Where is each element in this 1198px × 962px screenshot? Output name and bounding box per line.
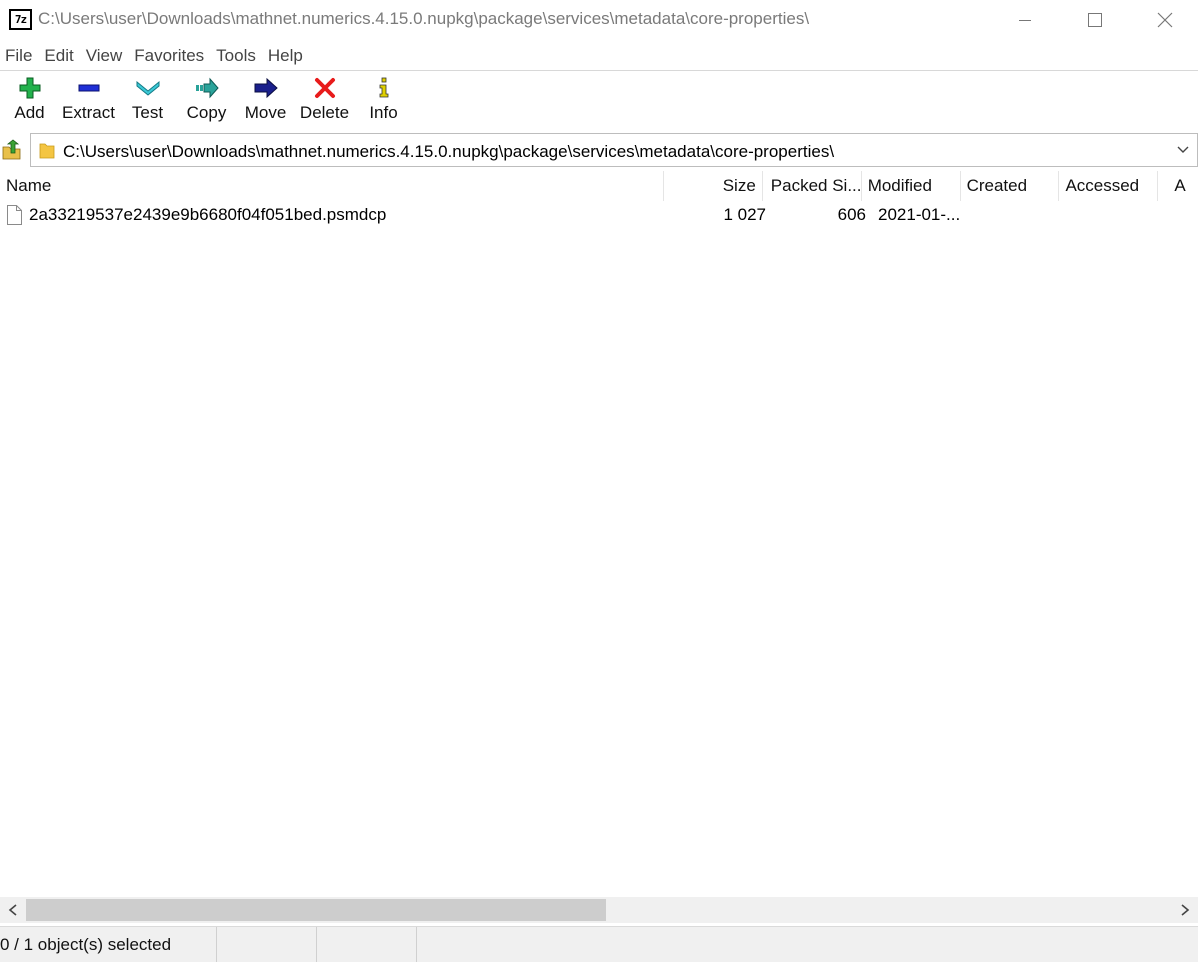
status-selection: 0 / 1 object(s) selected xyxy=(0,927,217,962)
app-icon-text: 7z xyxy=(14,13,27,26)
close-button[interactable] xyxy=(1130,0,1198,40)
file-name-cell: 2a33219537e2439e9b6680f04f051bed.psmdcp xyxy=(0,201,672,229)
menu-file[interactable]: File xyxy=(0,44,38,70)
address-path: C:\Users\user\Downloads\mathnet.numerics… xyxy=(63,142,835,161)
close-icon xyxy=(1157,12,1173,28)
file-icon xyxy=(7,205,22,225)
table-row[interactable]: 2a33219537e2439e9b6680f04f051bed.psmdcp … xyxy=(0,201,1198,229)
menu-favorites[interactable]: Favorites xyxy=(128,44,210,70)
test-label: Test xyxy=(131,103,164,122)
list-header: Name Size Packed Si... Modified Created … xyxy=(0,171,1198,201)
move-label: Move xyxy=(244,103,287,122)
test-icon xyxy=(136,77,160,99)
scroll-left-button[interactable] xyxy=(0,897,26,923)
move-button[interactable]: Move xyxy=(236,72,295,130)
extract-button[interactable]: Extract xyxy=(59,72,118,130)
file-modified: 2021-01-... xyxy=(878,205,961,224)
title-bar: 7z C:\Users\user\Downloads\mathnet.numer… xyxy=(0,0,1198,40)
column-created[interactable]: Created xyxy=(961,171,1060,201)
folder-icon xyxy=(39,141,55,159)
delete-label: Delete xyxy=(299,103,350,122)
extract-label: Extract xyxy=(62,103,115,122)
menu-view[interactable]: View xyxy=(80,44,129,70)
address-dropdown-button[interactable] xyxy=(1175,142,1191,158)
up-folder-button[interactable] xyxy=(2,139,22,161)
column-accessed[interactable]: Accessed xyxy=(1059,171,1159,201)
column-name[interactable]: Name xyxy=(0,171,664,201)
file-packed-size: 606 xyxy=(837,205,866,224)
move-icon xyxy=(254,77,278,99)
app-icon[interactable]: 7z xyxy=(9,9,32,30)
test-button[interactable]: Test xyxy=(118,72,177,130)
status-cell-2 xyxy=(217,927,317,962)
toolbar: Add Extract Test Copy Move Delete Info xyxy=(0,72,413,130)
minimize-button[interactable] xyxy=(990,0,1060,40)
column-attributes[interactable]: A xyxy=(1158,171,1198,201)
copy-button[interactable]: Copy xyxy=(177,72,236,130)
maximize-button[interactable] xyxy=(1060,0,1130,40)
status-bar: 0 / 1 object(s) selected xyxy=(0,926,1198,962)
address-row: C:\Users\user\Downloads\mathnet.numerics… xyxy=(0,133,1198,167)
column-size[interactable]: Size xyxy=(664,171,763,201)
maximize-icon xyxy=(1088,13,1102,27)
file-name: 2a33219537e2439e9b6680f04f051bed.psmdcp xyxy=(29,205,387,224)
info-icon xyxy=(372,77,396,99)
window-title: C:\Users\user\Downloads\mathnet.numerics… xyxy=(38,9,810,28)
column-packed-size[interactable]: Packed Si... xyxy=(763,171,862,201)
add-label: Add xyxy=(14,103,45,122)
menu-help[interactable]: Help xyxy=(262,44,309,70)
add-icon xyxy=(18,77,42,99)
info-label: Info xyxy=(369,103,398,122)
chevron-right-icon xyxy=(1181,904,1190,916)
horizontal-scrollbar[interactable] xyxy=(0,897,1198,923)
add-button[interactable]: Add xyxy=(0,72,59,130)
folder-up-icon xyxy=(2,139,21,160)
delete-button[interactable]: Delete xyxy=(295,72,354,130)
file-size: 1 027 xyxy=(723,205,766,224)
menu-edit[interactable]: Edit xyxy=(38,44,79,70)
scroll-right-button[interactable] xyxy=(1172,897,1198,923)
address-bar[interactable]: C:\Users\user\Downloads\mathnet.numerics… xyxy=(30,133,1198,167)
chevron-down-icon xyxy=(1177,146,1189,153)
delete-icon xyxy=(313,77,337,99)
menu-divider xyxy=(0,70,1198,71)
minimize-icon xyxy=(1019,19,1031,21)
chevron-left-icon xyxy=(8,904,17,916)
scroll-thumb[interactable] xyxy=(26,899,606,921)
info-button[interactable]: Info xyxy=(354,72,413,130)
extract-icon xyxy=(77,77,101,99)
menu-bar: File Edit View Favorites Tools Help xyxy=(0,44,309,70)
status-cell-3 xyxy=(317,927,417,962)
menu-tools[interactable]: Tools xyxy=(210,44,262,70)
copy-icon xyxy=(195,77,219,99)
column-modified[interactable]: Modified xyxy=(862,171,961,201)
copy-label: Copy xyxy=(186,103,227,122)
